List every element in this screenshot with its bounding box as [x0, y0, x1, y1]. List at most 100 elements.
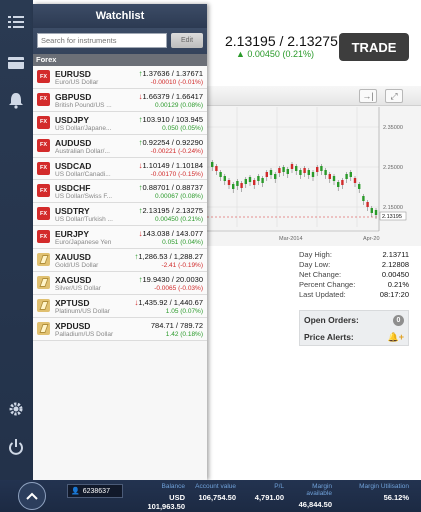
watchlist-row[interactable]: XPDUSD Palladium/US Dollar 784.71 / 789.72… [33, 317, 207, 341]
app-root: 2.13195 / 2.13275 ▲ 0.00450 (0.21%) TRAD… [0, 0, 421, 512]
candle-body [227, 180, 231, 185]
stat-row: Last Updated: 08:17:20 [299, 290, 409, 300]
watchlist-search-bar: Edit [33, 28, 207, 54]
instrument-description: US Dollar/Canadi... [55, 170, 111, 178]
instrument-description: US Dollar/Swiss F... [55, 193, 113, 201]
account-number: 6238637 [82, 487, 110, 495]
candle-body [303, 168, 306, 173]
forex-badge-icon: FX [37, 184, 50, 198]
instrument-symbol: EURJPY [55, 229, 90, 240]
instrument-price: ↓1.66379 / 1.66417 [139, 92, 203, 101]
metal-bar-icon [37, 276, 50, 290]
search-input[interactable] [37, 33, 167, 48]
metal-bar-icon [37, 253, 50, 267]
instrument-symbol: XPTUSD [55, 297, 90, 308]
price-alerts-label: Price Alerts: [304, 332, 354, 342]
watchlist-row[interactable]: XPTUSD Platinum/US Dollar ↓1,435.92 / 1,44… [33, 294, 207, 318]
watchlist-row[interactable]: FX EURJPY Euro/Japanese Yen ↓143.038 / 143.… [33, 226, 207, 250]
watchlist-title: Watchlist [33, 4, 207, 28]
account-item: Balance USD 101,963.50 [131, 483, 185, 511]
candle-body [358, 184, 361, 189]
card-icon[interactable] [5, 52, 27, 74]
stat-label: Day High: [299, 250, 332, 259]
collapse-chart-icon[interactable]: →| [359, 89, 377, 103]
candle-body [353, 178, 357, 183]
watchlist-rows: FX EURUSD Euro/US Dollar ↑1.37636 / 1.37671… [33, 66, 207, 341]
account-bar: 👤 6238637 Balance USD 101,963.50 Account v… [0, 480, 421, 512]
open-orders-row[interactable]: Open Orders: 0 [304, 312, 404, 328]
instrument-price: ↑0.92254 / 0.92290 [139, 138, 203, 147]
watchlist-row[interactable]: FX USDTRY US Dollar/Turkish ... ↑2.13195 / … [33, 203, 207, 227]
instrument-change: 0.00129 (0.08%) [154, 101, 203, 109]
list-icon[interactable] [5, 11, 27, 33]
instrument-symbol: XAGUSD [55, 275, 92, 286]
watchlist-row[interactable]: FX USDCHF US Dollar/Swiss F... ↑0.88701 / 0… [33, 180, 207, 204]
candle-body [374, 210, 378, 215]
candle-body [248, 177, 252, 182]
stat-label: Net Change: [299, 270, 342, 279]
account-item-value: 106,754.50 [198, 493, 236, 502]
instrument-description: Silver/US Dollar [55, 285, 101, 293]
candle-body [328, 174, 331, 179]
candle-body [345, 174, 348, 179]
account-item: P/L 4,791.00 [246, 483, 284, 502]
stat-row: Day Low: 2.12808 [299, 260, 409, 270]
power-icon[interactable] [5, 436, 27, 458]
bell-icon[interactable] [5, 89, 27, 111]
gear-icon[interactable] [5, 398, 27, 420]
current-price-label: 2.13195 [382, 214, 402, 220]
instrument-change: 0.00067 (0.08%) [154, 193, 203, 201]
forex-badge-icon: FX [37, 115, 50, 129]
instrument-change: 0.050 (0.05%) [162, 124, 203, 132]
account-selector[interactable]: 👤 6238637 [67, 484, 123, 498]
account-item-label: Balance [161, 483, 186, 490]
section-header-forex: Forex [33, 54, 207, 66]
watchlist-row[interactable]: FX EURUSD Euro/US Dollar ↑1.37636 / 1.37671… [33, 66, 207, 89]
candle-body [286, 169, 289, 174]
watchlist-row[interactable]: XAUUSD Gold/US Dollar ↑1,286.53 / 1,288.27… [33, 249, 207, 273]
price-chart[interactable]: 2.35000 2.25000 2.15000 2.13195 Mar-2014… [207, 86, 421, 246]
time-tick: Apr-20 [363, 236, 380, 242]
price-tick: 2.25000 [383, 165, 403, 171]
candle-body [244, 179, 247, 184]
expand-chart-icon[interactable]: ⤢ [385, 89, 403, 103]
edit-button[interactable]: Edit [171, 33, 203, 48]
candle-body [290, 164, 294, 169]
price-text: 784.71 / 789.72 [150, 320, 203, 330]
forex-badge-icon: FX [37, 207, 50, 221]
instrument-change: -0.00221 (-0.24%) [150, 147, 203, 155]
watchlist-row[interactable]: XAGUSD Silver/US Dollar ↑19.9430 / 20.0030… [33, 272, 207, 295]
instrument-symbol: USDCAD [55, 160, 92, 171]
instrument-symbol: USDJPY [55, 114, 90, 125]
instrument-price: ↑1,286.53 / 1,288.27 [134, 252, 203, 261]
instrument-price: ↓143.038 / 143.077 [139, 229, 203, 238]
instrument-change: -0.0065 (-0.03%) [154, 285, 203, 293]
watchlist-row[interactable]: FX USDCAD US Dollar/Canadi... ↓1.10149 / 1.… [33, 157, 207, 181]
price-text: 1.10149 / 1.10184 [142, 160, 203, 170]
instrument-description: British Pound/US ... [55, 101, 112, 109]
instrument-symbol: GBPUSD [55, 91, 92, 102]
left-sidebar [0, 0, 33, 480]
price-text: 0.88701 / 0.88737 [142, 183, 203, 193]
instrument-description: Euro/US Dollar [55, 79, 99, 86]
candle-body [349, 172, 352, 177]
expand-up-icon[interactable] [18, 482, 46, 510]
stat-value: 08:17:20 [379, 290, 409, 299]
trade-button[interactable]: TRADE [339, 33, 409, 61]
watchlist-row[interactable]: FX GBPUSD British Pound/US ... ↓1.66379 / 1… [33, 88, 207, 112]
open-orders-label: Open Orders: [304, 315, 359, 325]
candle-body [219, 172, 222, 177]
candle-body [370, 208, 373, 213]
candle-body [253, 180, 256, 185]
candle-body [307, 170, 310, 175]
watchlist-row[interactable]: FX USDJPY US Dollar/Japane... ↑103.910 / 10… [33, 111, 207, 135]
candle-body [366, 202, 369, 207]
stat-value: 2.12808 [381, 260, 409, 269]
price-alerts-row[interactable]: Price Alerts: 🔔+ [304, 329, 404, 345]
add-alert-icon[interactable]: 🔔+ [388, 332, 404, 343]
candle-body [337, 182, 340, 187]
instrument-price: ↓1.10149 / 1.10184 [139, 161, 203, 170]
watchlist-row[interactable]: FX AUDUSD Australian Dollar/... ↑0.92254 / … [33, 134, 207, 158]
price-tick: 2.35000 [383, 125, 403, 131]
candle-body [362, 196, 365, 201]
